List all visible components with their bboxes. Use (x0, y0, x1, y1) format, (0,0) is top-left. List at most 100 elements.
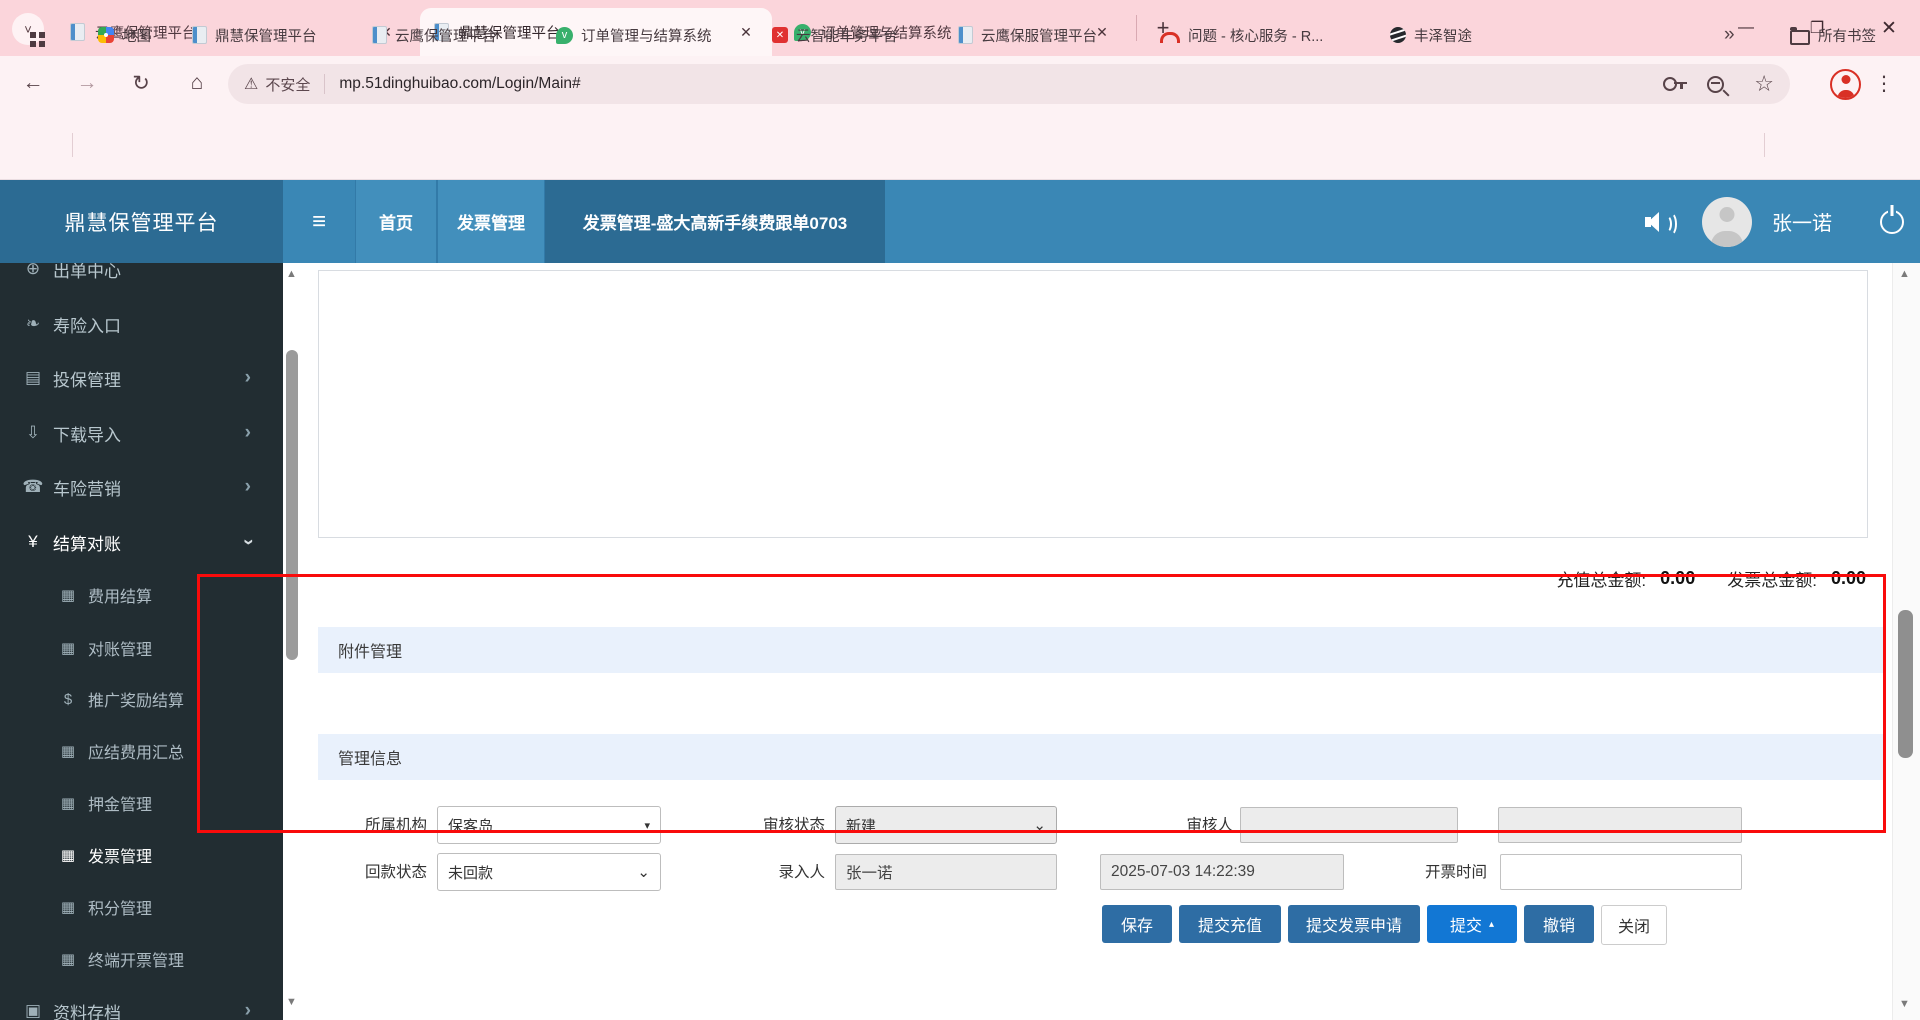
user-avatar[interactable] (1702, 197, 1752, 247)
bookmark-map[interactable]: 地图 (98, 0, 151, 70)
bookmark-yunzhineng[interactable]: ✕ 云智能车务平台 (772, 0, 898, 70)
sidebar-item-settlement[interactable]: ¥ 结算对账 › (0, 520, 283, 564)
tab-close-icon[interactable]: ✕ (734, 20, 758, 44)
address-bar[interactable]: ⚠ 不安全 mp.51dinghuibao.com/Login/Main# ☆ (228, 64, 1790, 104)
main-content: 充值总金额: 0.00 发票总金额: 0.00 附件管理 管理信息 所属机构 保… (301, 263, 1892, 1020)
red-x-icon: ✕ (772, 27, 788, 43)
sidebar-item-invoice-management[interactable]: ▦ 发票管理 (0, 833, 283, 877)
leaf-icon: ❧ (25, 314, 41, 333)
scroll-up-icon[interactable]: ▲ (1899, 268, 1910, 280)
sidebar-item-issue-center[interactable]: ⊕ 出单中心 (0, 263, 283, 291)
document-icon (192, 26, 207, 44)
address-divider (324, 74, 326, 94)
bookmark-label: 云智能车务平台 (796, 28, 898, 45)
sidebar-item-archives[interactable]: ▣ 资料存档 › (0, 989, 283, 1020)
sidebar-item-auto-marketing[interactable]: ☎ 车险营销 › (0, 465, 283, 509)
username-label[interactable]: 张一诺 (1772, 180, 1832, 263)
chevron-right-icon: › (244, 1000, 251, 1020)
not-secure-label[interactable]: 不安全 (265, 74, 310, 95)
tab-separator (1136, 15, 1137, 41)
sidebar-item-life-insurance[interactable]: ❧ 寿险入口 (0, 302, 283, 346)
audit-status-select[interactable]: 新建 ⌄ (835, 806, 1057, 844)
sound-button[interactable] (1645, 180, 1677, 263)
invoice-time-input[interactable] (1500, 854, 1742, 890)
grid-icon: ▦ (60, 951, 76, 968)
audit-status-label: 审核状态 (762, 817, 825, 834)
bookmark-order-system[interactable]: v 订单管理与结算系统 (556, 0, 712, 70)
revoke-button[interactable]: 撤销 (1524, 905, 1594, 943)
all-bookmarks-button[interactable]: 所有书签 (1790, 0, 1876, 70)
sidebar-item-terminal-invoicing[interactable]: ▦ 终端开票管理 (0, 937, 283, 981)
submit-invoice-button[interactable]: 提交发票申请 (1288, 905, 1420, 943)
bookmark-label: 云鹰保服管理平台 (981, 28, 1097, 45)
url-text[interactable]: mp.51dinghuibao.com/Login/Main# (339, 75, 1663, 93)
logout-button[interactable] (1880, 180, 1904, 263)
org-select[interactable]: 保客岛 ▾ (437, 806, 661, 844)
apps-grid-icon[interactable] (30, 0, 36, 70)
sidebar-scrollbar-thumb[interactable] (286, 350, 298, 660)
sidebar-item-deposit[interactable]: ▦ 押金管理 (0, 781, 283, 825)
tab-search-button[interactable]: ˅ (12, 13, 44, 45)
caret-up-icon: ▴ (1488, 918, 1495, 930)
book-icon: ▣ (24, 1001, 42, 1020)
bookmarks-overflow-chevron[interactable]: » (1724, 0, 1735, 70)
grid-icon: ▦ (60, 795, 76, 812)
bookmark-star-icon[interactable]: ☆ (1754, 71, 1774, 97)
submit-dropdown-button[interactable]: 提交 ▴ (1427, 905, 1517, 943)
globe-icon: ⊕ (25, 263, 41, 278)
select-arrow-icon: ⌄ (1033, 817, 1046, 834)
red-arc-icon (1160, 32, 1180, 43)
payback-status-select[interactable]: 未回款 ⌄ (437, 853, 661, 891)
bookmark-issues[interactable]: 问题 - 核心服务 - R... (1160, 0, 1323, 70)
select-arrow-icon: ⌄ (637, 864, 650, 881)
save-button[interactable]: 保存 (1102, 905, 1172, 943)
audit-time-input[interactable] (1498, 807, 1742, 843)
sidebar-item-promo-reward[interactable]: $ 推广奖励结算 (0, 677, 283, 721)
close-button[interactable]: 关闭 (1601, 905, 1667, 945)
bookmark-dinghuibao[interactable]: 鼎慧保管理平台 (192, 0, 317, 70)
password-key-icon[interactable] (1663, 77, 1688, 91)
folder-icon (1790, 26, 1810, 45)
document-favicon (70, 23, 85, 41)
nav-active-page-tab[interactable]: 发票管理-盛大高新手续费跟单0703 (545, 180, 885, 263)
sidebar-item-fee-settlement[interactable]: ▦ 费用结算 (0, 573, 283, 617)
bookmark-yunyingbao[interactable]: 云鹰保管理平台 (372, 0, 497, 70)
zoom-out-icon[interactable] (1707, 75, 1725, 93)
bookmark-label: 问题 - 核心服务 - R... (1188, 28, 1324, 45)
page-scrollbar-thumb[interactable] (1898, 610, 1913, 758)
sidebar-item-policy-management[interactable]: ▤ 投保管理 › (0, 356, 283, 400)
profile-avatar[interactable] (1830, 69, 1861, 100)
grid-icon: ▦ (60, 743, 76, 760)
scroll-down-icon[interactable]: ▼ (1899, 998, 1910, 1010)
scroll-down-icon[interactable]: ▼ (286, 996, 297, 1008)
chevron-down-icon: › (237, 538, 259, 546)
invoice-total-label: 发票总金额: (1727, 571, 1817, 590)
speaker-icon (1645, 210, 1677, 236)
bookmark-yunyingbaofu[interactable]: 云鹰保服管理平台 (958, 0, 1097, 70)
bookmark-fengze[interactable]: 丰泽智途 (1390, 0, 1472, 70)
detail-panel (318, 270, 1868, 538)
menu-toggle-icon[interactable]: ≡ (283, 180, 355, 263)
submit-recharge-button[interactable]: 提交充值 (1179, 905, 1281, 943)
sidebar-item-payable-summary[interactable]: ▦ 应结费用汇总 (0, 729, 283, 773)
all-bookmarks-label: 所有书签 (1818, 28, 1876, 45)
sidebar-item-download-import[interactable]: ⇩ 下载导入 › (0, 411, 283, 455)
bookmark-label: 订单管理与结算系统 (581, 28, 712, 45)
recharge-total-value: 0.00 (1660, 568, 1696, 588)
sidebar-item-reconciliation[interactable]: ▦ 对账管理 (0, 626, 283, 670)
bookmark-label: 云鹰保管理平台 (395, 28, 497, 45)
scroll-up-icon[interactable]: ▲ (286, 268, 297, 280)
file-icon: ▤ (24, 368, 42, 387)
totals-row: 充值总金额: 0.00 发票总金额: 0.00 (1556, 566, 1866, 591)
app-brand: 鼎慧保管理平台 (0, 180, 283, 263)
grid-icon: ▦ (60, 640, 76, 657)
entry-time-input[interactable]: 2025-07-03 14:22:39 (1100, 854, 1344, 890)
entry-person-input[interactable]: 张一诺 (835, 854, 1057, 890)
auditor-input[interactable] (1240, 807, 1458, 843)
sidebar-item-points[interactable]: ▦ 积分管理 (0, 885, 283, 929)
auditor-label: 审核人 (1186, 817, 1233, 834)
nav-invoice-management[interactable]: 发票管理 (437, 180, 545, 263)
nav-home[interactable]: 首页 (355, 180, 437, 263)
browser-menu-dots-icon[interactable]: ⋮ (1874, 62, 1894, 104)
invoice-time-label: 开票时间 (1424, 864, 1487, 881)
